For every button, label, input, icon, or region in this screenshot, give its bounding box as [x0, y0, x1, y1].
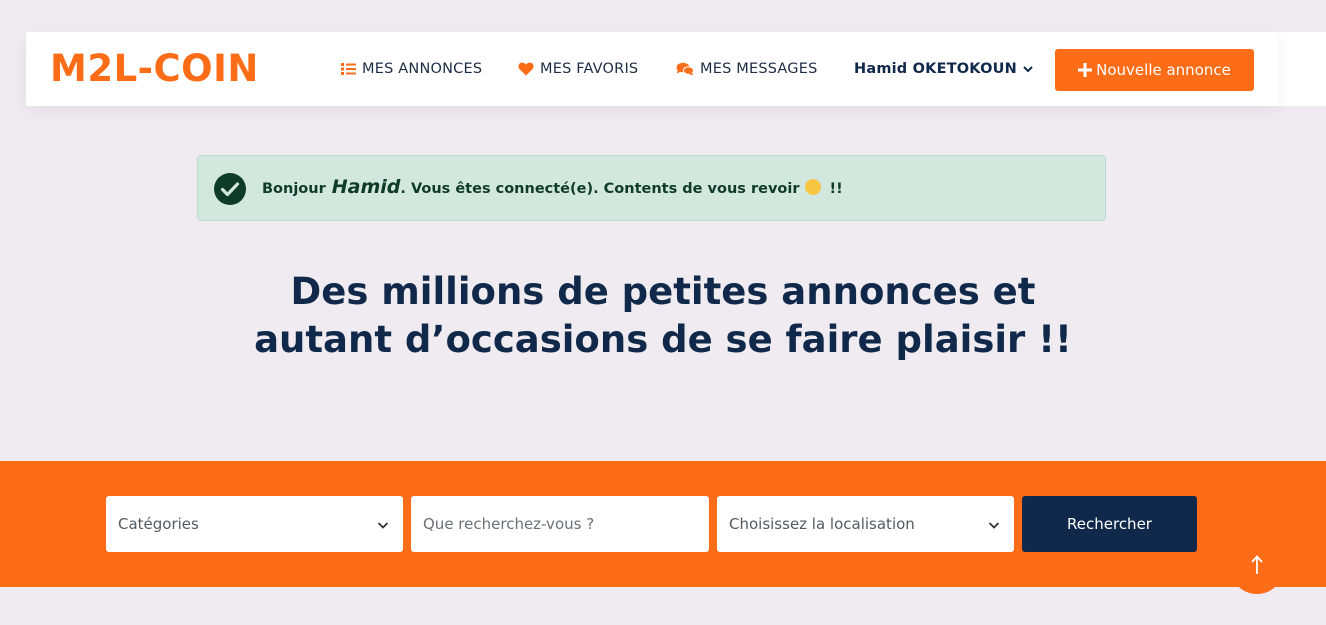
alert-body: . Vous êtes connecté(e). Contents de vou…	[400, 181, 800, 197]
success-alert: Bonjour Hamid . Vous êtes connecté(e). C…	[197, 155, 1106, 221]
check-circle-icon	[214, 173, 246, 209]
category-select-value: Catégories	[118, 515, 199, 533]
chevron-down-icon	[377, 517, 389, 535]
search-input-placeholder: Que recherchez-vous ?	[423, 515, 595, 533]
navbar-extension	[1278, 32, 1326, 106]
heart-icon	[518, 62, 534, 76]
chevron-down-icon	[988, 517, 1000, 535]
search-button[interactable]: Rechercher	[1022, 496, 1197, 552]
location-select[interactable]: Choisissez la localisation	[717, 496, 1014, 552]
comments-icon	[676, 62, 694, 76]
site-logo[interactable]: M2L-COIN	[50, 47, 259, 91]
smile-emoji-icon	[805, 179, 822, 195]
hero-title-line-1: Des millions de petites annonces et	[290, 270, 1036, 313]
nav-favorites[interactable]: MES FAVORIS	[518, 59, 638, 79]
alert-user-name: Hamid	[331, 176, 401, 198]
hero-title: Des millions de petites annonces et auta…	[0, 268, 1326, 364]
plus-icon	[1078, 60, 1093, 80]
list-icon	[341, 62, 356, 76]
arrow-up-icon	[1250, 555, 1264, 579]
new-listing-button[interactable]: Nouvelle annonce	[1055, 49, 1254, 91]
location-select-value: Choisissez la localisation	[729, 515, 915, 533]
new-listing-label: Nouvelle annonce	[1096, 61, 1231, 79]
nav-favorites-label: MES FAVORIS	[540, 61, 639, 77]
user-name: Hamid OKETOKOUN	[854, 61, 1017, 77]
user-menu[interactable]: Hamid OKETOKOUN	[854, 59, 1033, 79]
nav-messages-label: MES MESSAGES	[700, 61, 818, 77]
alert-greeting: Bonjour	[262, 181, 326, 197]
scroll-to-top-button[interactable]	[1230, 540, 1284, 594]
nav-messages[interactable]: MES MESSAGES	[676, 59, 818, 79]
alert-message: Bonjour Hamid . Vous êtes connecté(e). C…	[262, 176, 843, 198]
hero-title-line-2: autant d’occasions de se faire plaisir !…	[254, 318, 1072, 361]
search-bar: Catégories Que recherchez-vous ? Choisis…	[0, 461, 1326, 587]
chevron-down-icon	[1023, 65, 1033, 73]
nav-my-listings-label: MES ANNONCES	[362, 61, 483, 77]
category-select[interactable]: Catégories	[106, 496, 403, 552]
search-input[interactable]: Que recherchez-vous ?	[411, 496, 709, 552]
navbar: M2L-COIN MES ANNONCES MES FAVORIS MES ME…	[26, 32, 1278, 106]
nav-my-listings[interactable]: MES ANNONCES	[341, 59, 482, 79]
alert-suffix: !!	[829, 181, 843, 197]
